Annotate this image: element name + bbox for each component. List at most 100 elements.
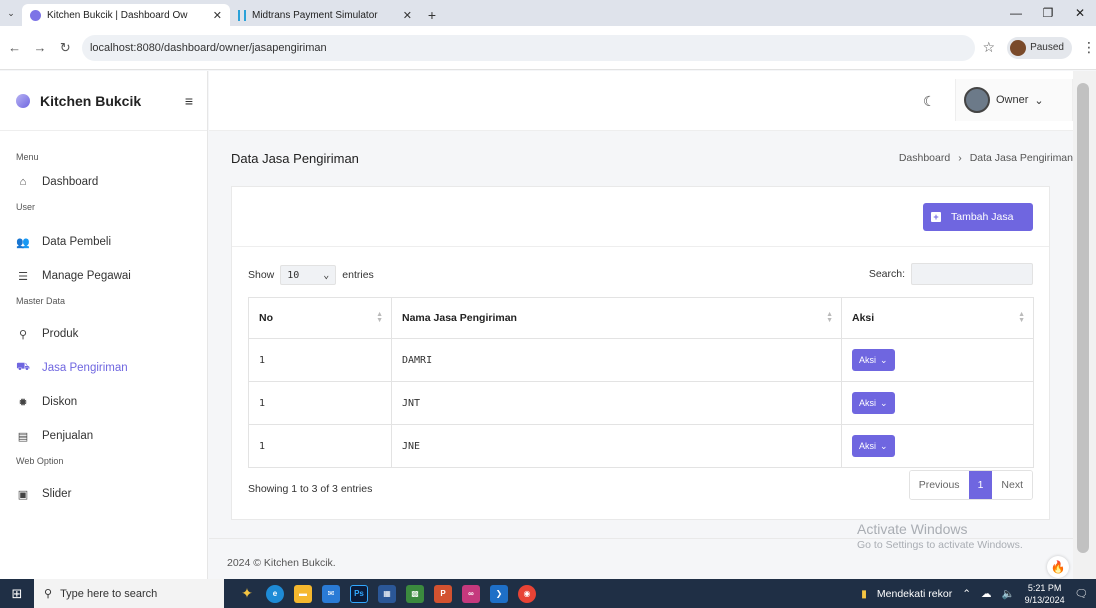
user-name: Owner <box>996 94 1029 106</box>
entries-select[interactable]: 10 ⌄ <box>280 265 337 285</box>
back-icon[interactable]: ← <box>4 37 25 59</box>
minimize-icon[interactable]: — <box>1000 0 1032 26</box>
tab-search-chevron-icon[interactable]: ⌄ <box>0 0 22 26</box>
column-header-nama[interactable]: Nama Jasa Pengiriman ▲ ▼ <box>391 297 842 339</box>
mail-icon[interactable]: ✉ <box>322 584 340 603</box>
tab-title: Kitchen Bukcik | Dashboard Ow <box>47 9 188 21</box>
column-header-no[interactable]: No ▲ ▼ <box>248 297 392 339</box>
entries-value: 10 <box>287 269 300 281</box>
sidebar-item-dashboard[interactable]: ⌂ Dashboard <box>0 165 207 199</box>
browser-tab-active[interactable]: Kitchen Bukcik | Dashboard Ow ✕ <box>22 4 230 26</box>
sidebar-item-label: Jasa Pengiriman <box>42 362 128 374</box>
search-input[interactable] <box>911 263 1033 285</box>
sidebar-item-penjualan[interactable]: ▤ Penjualan <box>0 419 207 453</box>
forward-icon[interactable]: → <box>29 37 50 59</box>
url-text: localhost:8080/dashboard/owner/jasapengi… <box>89 41 327 54</box>
previous-page-button[interactable]: Previous <box>909 471 969 499</box>
system-tray: ▮ Mendekati rekor ⌃ ☁ 🔈 5:21 PM 9/13/202… <box>861 582 1096 606</box>
watermark-title: Activate Windows <box>857 521 968 537</box>
profile-button[interactable]: Paused <box>1007 36 1072 59</box>
powerpoint-icon[interactable]: P <box>434 584 452 603</box>
file-explorer-icon[interactable]: ▬ <box>294 584 312 603</box>
notification-text[interactable]: Mendekati rekor <box>877 588 952 600</box>
chevron-down-icon: ⌄ <box>1034 94 1044 107</box>
add-jasa-button[interactable]: + Tambah Jasa <box>923 203 1033 231</box>
network-icon[interactable]: ☁ <box>981 588 992 600</box>
windows-start-icon[interactable]: ⊞ <box>0 579 34 608</box>
sidebar-item-manage-pegawai[interactable]: ☰ Manage Pegawai <box>0 259 207 293</box>
new-tab-icon[interactable]: + <box>420 4 444 26</box>
volume-icon[interactable]: 🔈 <box>1002 587 1015 600</box>
product-icon: ⚲ <box>18 328 28 341</box>
sidebar-section-master-data: Master Data <box>16 296 66 306</box>
page-title: Data Jasa Pengiriman <box>231 151 359 166</box>
restore-icon[interactable]: ❐ <box>1032 0 1064 26</box>
discount-icon: ✹ <box>18 396 28 409</box>
tray-chevron-icon[interactable]: ⌃ <box>962 588 971 600</box>
fire-icon[interactable]: 🔥 <box>1047 556 1069 578</box>
sidebar-item-produk[interactable]: ⚲ Produk <box>0 317 207 351</box>
notifications-icon[interactable]: 🗨 <box>1075 587 1088 600</box>
add-jasa-label: Tambah Jasa <box>951 211 1014 223</box>
search-label: Search: <box>868 268 905 280</box>
show-label: Show <box>248 269 275 281</box>
page-scrollbar[interactable] <box>1073 71 1096 579</box>
aksi-button[interactable]: Aksi ⌄ <box>852 349 895 371</box>
receipt-icon: ▤ <box>17 430 29 443</box>
taskbar-apps: ✦ e ▬ ✉ Ps ▦ ▩ P ∞ ❯ ◉ <box>238 584 536 603</box>
brand-name: Kitchen Bukcik <box>40 92 142 109</box>
sidebar-item-diskon[interactable]: ✹ Diskon <box>0 385 207 419</box>
cell-name: DAMRI <box>391 338 842 382</box>
column-header-aksi[interactable]: Aksi ▲ ▼ <box>841 297 1034 339</box>
scrollbar-thumb[interactable] <box>1077 83 1089 553</box>
store-icon[interactable]: ▦ <box>378 584 396 603</box>
sidebar-item-slider[interactable]: ▣ Slider <box>0 477 207 511</box>
slider-icon: ▣ <box>17 488 29 501</box>
breadcrumb-current: Data Jasa Pengiriman <box>969 152 1073 164</box>
minecraft-icon[interactable]: ▩ <box>406 584 424 603</box>
plus-icon: + <box>931 212 941 222</box>
activate-windows-watermark: Activate Windows Go to Settings to activ… <box>857 521 1023 551</box>
browser-tab-midtrans[interactable]: Midtrans Payment Simulator ✕ <box>230 4 420 26</box>
data-table: No ▲ ▼ Nama Jasa Pengiriman ▲ ▼ Aksi ▲ ▼ 1 DAM… <box>248 297 1034 468</box>
aksi-button[interactable]: Aksi ⌄ <box>852 435 895 457</box>
sidebar-item-jasa-pengiriman[interactable]: ⛟ Jasa Pengiriman <box>0 351 207 385</box>
bookmark-star-icon[interactable]: ☆ <box>983 39 996 56</box>
aksi-button[interactable]: Aksi ⌄ <box>852 392 895 414</box>
table-info: Showing 1 to 3 of 3 entries <box>248 483 373 495</box>
brand-logo-icon <box>16 93 30 108</box>
edge-icon[interactable]: e <box>266 584 284 603</box>
sidebar-item-label: Data Pembeli <box>42 236 112 248</box>
current-page-button[interactable]: 1 <box>968 471 993 499</box>
sidebar-item-label: Slider <box>42 488 72 500</box>
reload-icon[interactable]: ↻ <box>55 37 76 59</box>
dark-mode-toggle-icon[interactable]: ☾ <box>923 93 936 110</box>
chrome-icon[interactable]: ◉ <box>518 584 536 603</box>
vscode-icon[interactable]: ❯ <box>490 584 508 603</box>
cell-action: Aksi ⌄ <box>841 381 1034 425</box>
tab-close-icon[interactable]: ✕ <box>403 9 412 22</box>
breadcrumb-dashboard[interactable]: Dashboard <box>899 152 950 164</box>
tab-close-icon[interactable]: ✕ <box>213 9 222 22</box>
chevron-down-icon: ⌄ <box>880 440 888 451</box>
photoshop-icon[interactable]: Ps <box>350 584 368 603</box>
search-icon: ⚲ <box>44 588 53 600</box>
entries-label: entries <box>342 269 374 281</box>
user-list-icon: ☰ <box>18 270 28 283</box>
next-page-button[interactable]: Next <box>992 471 1032 499</box>
taskbar-search[interactable]: ⚲ Type here to search <box>34 579 224 608</box>
app-icon[interactable]: ∞ <box>462 584 480 603</box>
hamburger-menu-icon[interactable]: ≡ <box>185 93 193 109</box>
user-menu[interactable]: Owner ⌄ <box>955 79 1073 121</box>
sparkle-icon[interactable]: ✦ <box>238 585 256 603</box>
sidebar: Kitchen Bukcik ≡ Menu ⌂ Dashboard User 👥… <box>0 71 208 579</box>
close-window-icon[interactable]: ✕ <box>1064 0 1096 26</box>
sidebar-item-data-pembeli[interactable]: 👥 Data Pembeli <box>0 225 207 259</box>
browser-tab-bar: ⌄ Kitchen Bukcik | Dashboard Ow ✕ Midtra… <box>0 0 1096 26</box>
clock[interactable]: 5:21 PM 9/13/2024 <box>1025 582 1065 606</box>
sidebar-section-menu: Menu <box>16 152 39 162</box>
url-field[interactable]: i localhost:8080/dashboard/owner/jasapen… <box>16 34 975 335</box>
browser-menu-icon[interactable]: ⋮ <box>1082 39 1096 56</box>
address-bar-row: ← → ↻ i localhost:8080/dashboard/owner/j… <box>0 26 1096 335</box>
table-row: 1 JNE Aksi ⌄ <box>248 424 1034 468</box>
